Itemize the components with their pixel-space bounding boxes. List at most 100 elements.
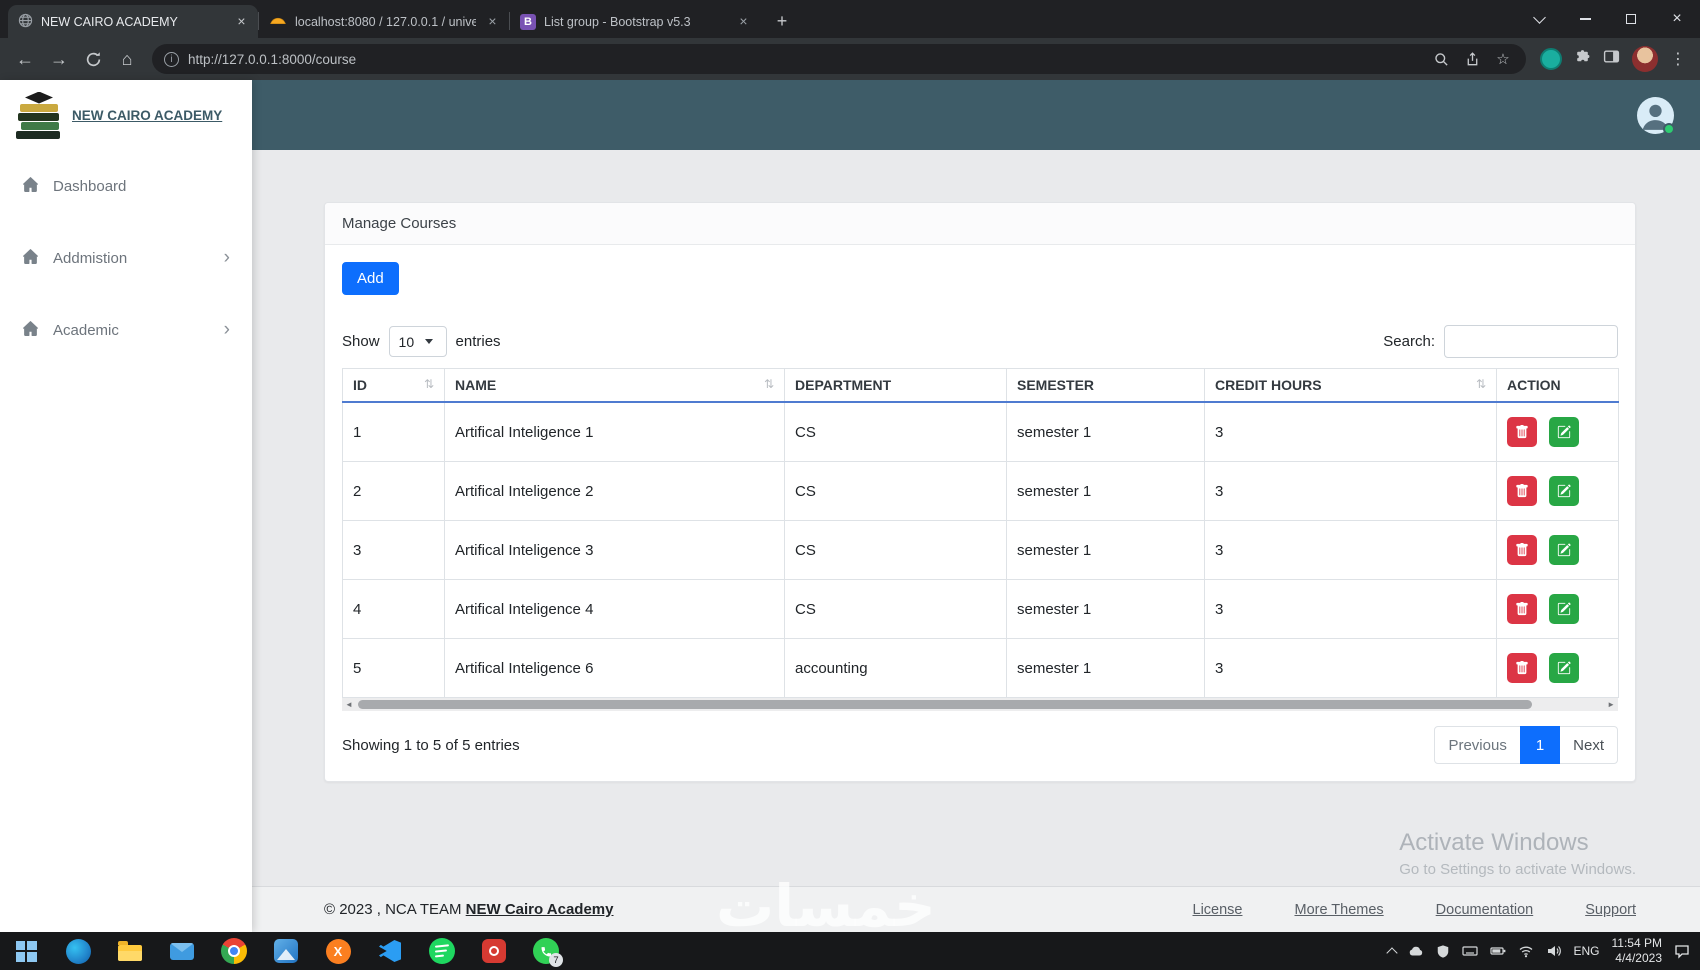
extensions-puzzle-icon[interactable] (1574, 48, 1591, 70)
delete-button[interactable] (1507, 476, 1537, 506)
column-header-id[interactable]: ID ⇅ (342, 368, 445, 403)
footer-link-license[interactable]: License (1193, 902, 1243, 918)
onedrive-cloud-icon[interactable] (1408, 943, 1424, 959)
page-length-select[interactable]: 10 (388, 326, 447, 357)
start-button[interactable] (0, 932, 52, 970)
edit-button[interactable] (1549, 535, 1580, 565)
action-center-icon[interactable] (1674, 943, 1690, 959)
delete-button[interactable] (1507, 417, 1537, 447)
user-avatar[interactable] (1637, 96, 1675, 135)
edit-button[interactable] (1549, 594, 1580, 624)
new-tab-button[interactable]: + (768, 7, 796, 35)
brand[interactable]: NEW CAIRO ACADEMY (0, 80, 252, 150)
delete-button[interactable] (1507, 594, 1537, 624)
security-shield-icon[interactable] (1436, 944, 1450, 959)
current-page-button[interactable]: 1 (1519, 726, 1561, 764)
tab-bootstrap[interactable]: B List group - Bootstrap v5.3 × (510, 5, 760, 38)
column-header-name[interactable]: NAME ⇅ (444, 368, 785, 403)
home-button[interactable]: ⌂ (110, 42, 144, 76)
edit-button[interactable] (1549, 476, 1580, 506)
delete-button[interactable] (1507, 653, 1537, 683)
cell-department: CS (784, 461, 1007, 521)
browser-profile-avatar[interactable] (1632, 46, 1658, 72)
tab-close-icon[interactable]: × (735, 13, 752, 30)
sidebar-item-academic[interactable]: Academic › (0, 294, 252, 366)
cell-semester: semester 1 (1006, 520, 1205, 580)
bookmark-star-icon[interactable]: ☆ (1492, 48, 1514, 70)
taskbar-clock[interactable]: 11:54 PM 4/4/2023 (1612, 936, 1662, 966)
sort-icon: ⇅ (423, 377, 434, 391)
tab-nca[interactable]: NEW CAIRO ACADEMY × (8, 5, 258, 38)
cell-name: Artifical Inteligence 3 (444, 520, 785, 580)
show-label: Show (342, 333, 380, 350)
photos-app-icon[interactable] (260, 932, 312, 970)
delete-button[interactable] (1507, 535, 1537, 565)
forward-button[interactable]: → (42, 42, 76, 76)
keyboard-icon[interactable] (1461, 943, 1478, 959)
tab-phpmyadmin[interactable]: localhost:8080 / 127.0.0.1 / unive × (259, 5, 509, 38)
cell-id: 2 (342, 461, 445, 521)
scrollbar-thumb[interactable] (358, 700, 1532, 709)
column-header-action: ACTION (1496, 368, 1619, 403)
edit-button[interactable] (1549, 417, 1580, 447)
file-explorer-icon[interactable] (104, 932, 156, 970)
tab-close-icon[interactable]: × (484, 13, 501, 30)
footer-link-more-themes[interactable]: More Themes (1294, 902, 1383, 918)
previous-page-button[interactable]: Previous (1434, 726, 1521, 764)
sidebar-item-admission[interactable]: Addmistion › (0, 222, 252, 294)
chrome-icon[interactable] (208, 932, 260, 970)
zoom-icon[interactable] (1430, 48, 1452, 70)
footer-brand-link[interactable]: NEW Cairo Academy (466, 901, 614, 918)
tab-title: localhost:8080 / 127.0.0.1 / unive (295, 14, 476, 29)
column-header-department[interactable]: DEPARTMENT (784, 368, 1007, 403)
sidebar-item-label: Addmistion (53, 249, 128, 267)
url-text[interactable]: http://127.0.0.1:8000/course (188, 52, 1421, 67)
tab-search-button[interactable] (1516, 0, 1562, 38)
screen: NEW CAIRO ACADEMY × localhost:8080 / 127… (0, 0, 1700, 970)
battery-icon[interactable] (1489, 943, 1506, 959)
address-bar[interactable]: i http://127.0.0.1:8000/course ☆ (152, 44, 1526, 74)
minimize-icon (1579, 18, 1591, 20)
add-button[interactable]: Add (342, 262, 399, 295)
minimize-button[interactable] (1562, 0, 1608, 38)
extension-avatar-icon[interactable] (1540, 48, 1562, 70)
mail-icon[interactable] (156, 932, 208, 970)
side-panel-icon[interactable] (1603, 48, 1620, 70)
xampp-icon[interactable]: X (312, 932, 364, 970)
wifi-icon[interactable] (1518, 943, 1534, 959)
cell-action (1496, 401, 1619, 462)
share-icon[interactable] (1461, 48, 1483, 70)
tab-close-icon[interactable]: × (233, 13, 250, 30)
page-header (252, 80, 1700, 150)
language-indicator[interactable]: ENG (1574, 944, 1600, 958)
search-input[interactable] (1444, 325, 1618, 358)
edit-button[interactable] (1549, 653, 1580, 683)
spotify-icon[interactable] (416, 932, 468, 970)
cell-id: 4 (342, 579, 445, 639)
scroll-left-icon[interactable]: ◄ (345, 698, 353, 711)
tray-expand-icon[interactable] (1385, 946, 1398, 959)
close-window-button[interactable]: × (1654, 0, 1700, 38)
browser-menu-icon[interactable]: ⋮ (1670, 49, 1686, 69)
whatsapp-icon[interactable]: 7 (520, 932, 572, 970)
column-header-semester[interactable]: SEMESTER (1006, 368, 1205, 403)
maximize-button[interactable] (1608, 0, 1654, 38)
cell-semester: semester 1 (1006, 579, 1205, 639)
red-app-icon[interactable] (468, 932, 520, 970)
next-page-button[interactable]: Next (1559, 726, 1618, 764)
scroll-right-icon[interactable]: ► (1607, 698, 1615, 711)
vscode-icon[interactable] (364, 932, 416, 970)
phpmyadmin-favicon-icon (269, 14, 287, 29)
back-button[interactable]: ← (8, 42, 42, 76)
edge-icon[interactable] (52, 932, 104, 970)
volume-icon[interactable] (1546, 943, 1562, 959)
footer-link-support[interactable]: Support (1585, 902, 1636, 918)
sidebar-item-dashboard[interactable]: Dashboard (0, 150, 252, 222)
site-info-icon[interactable]: i (164, 51, 179, 67)
sort-icon: ⇅ (1475, 377, 1486, 391)
horizontal-scrollbar[interactable]: ◄ ► (342, 698, 1618, 711)
brand-name[interactable]: NEW CAIRO ACADEMY (72, 108, 222, 123)
reload-button[interactable] (76, 42, 110, 76)
column-header-credit-hours[interactable]: CREDIT HOURS ⇅ (1204, 368, 1497, 403)
footer-link-documentation[interactable]: Documentation (1436, 902, 1534, 918)
